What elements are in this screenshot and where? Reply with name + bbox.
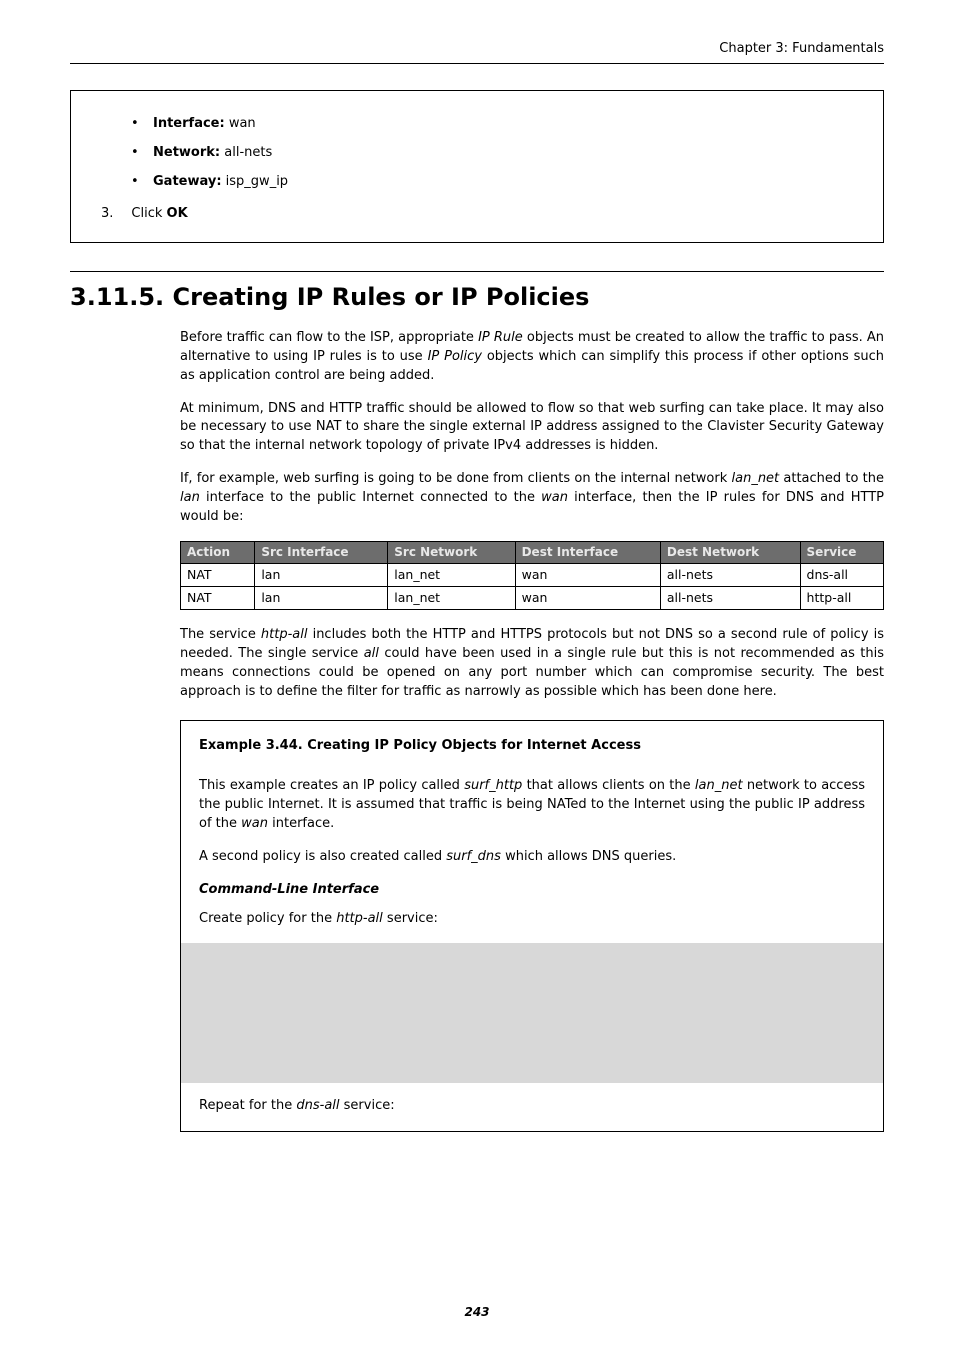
paragraph: Before traffic can flow to the ISP, appr… — [180, 329, 884, 386]
page-header: Chapter 3: Fundamentals — [70, 40, 884, 64]
col-service: Service — [800, 541, 883, 563]
list-item: Network: all-nets — [131, 144, 857, 163]
list-item: Interface: wan — [131, 115, 857, 134]
field-value: all-nets — [224, 145, 272, 160]
field-label: Interface: — [153, 116, 225, 131]
paragraph: A second policy is also created called s… — [199, 848, 865, 867]
paragraph: Create policy for the http-all service: — [199, 910, 865, 929]
numbered-step: 3. Click OK — [101, 205, 857, 224]
col-src-interface: Src Interface — [255, 541, 388, 563]
step-text: Click OK — [131, 205, 187, 224]
field-list: Interface: wan Network: all-nets Gateway… — [97, 115, 857, 192]
table-header-row: Action Src Interface Src Network Dest In… — [181, 541, 884, 563]
example-title: Example 3.44. Creating IP Policy Objects… — [199, 737, 865, 756]
cli-heading: Command-Line Interface — [199, 881, 865, 900]
field-label: Gateway: — [153, 174, 222, 189]
paragraph: At minimum, DNS and HTTP traffic should … — [180, 400, 884, 457]
chapter-label: Chapter 3: Fundamentals — [719, 41, 884, 56]
example-box: Example 3.44. Creating IP Policy Objects… — [180, 720, 884, 1133]
section-title: 3.11.5. Creating IP Rules or IP Policies — [70, 280, 884, 315]
list-item: Gateway: isp_gw_ip — [131, 173, 857, 192]
col-src-network: Src Network — [388, 541, 515, 563]
section-rule — [70, 271, 884, 272]
field-label: Network: — [153, 145, 220, 160]
paragraph: This example creates an IP policy called… — [199, 777, 865, 834]
ip-rules-table: Action Src Interface Src Network Dest In… — [180, 541, 884, 611]
field-value: wan — [229, 116, 256, 131]
steps-box: Interface: wan Network: all-nets Gateway… — [70, 90, 884, 243]
paragraph: Repeat for the dns-all service: — [199, 1097, 865, 1116]
col-dest-network: Dest Network — [660, 541, 800, 563]
table-row: NAT lan lan_net wan all-nets http-all — [181, 587, 884, 610]
code-block — [181, 943, 883, 1083]
field-value: isp_gw_ip — [226, 174, 288, 189]
paragraph: If, for example, web surfing is going to… — [180, 470, 884, 527]
page-number: 243 — [0, 1304, 954, 1321]
step-number: 3. — [101, 205, 113, 224]
paragraph: The service http-all includes both the H… — [180, 626, 884, 701]
col-action: Action — [181, 541, 255, 563]
table-row: NAT lan lan_net wan all-nets dns-all — [181, 564, 884, 587]
col-dest-interface: Dest Interface — [515, 541, 660, 563]
